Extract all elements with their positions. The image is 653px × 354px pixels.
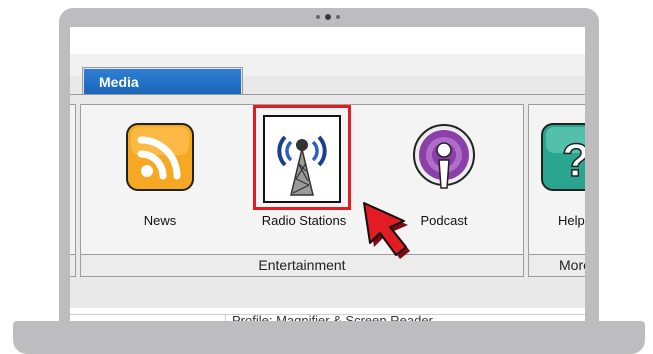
news-label[interactable]: News — [100, 213, 220, 228]
group-label-more: More — [528, 254, 585, 277]
tab-media-label: Media — [84, 69, 241, 95]
pointer-cursor-icon — [360, 199, 416, 266]
tab-media[interactable]: Media — [82, 67, 243, 95]
podcast-icon[interactable] — [413, 124, 475, 197]
webcam — [316, 14, 340, 20]
group-label-partial-left — [70, 254, 76, 277]
group-label-entertainment: Entertainment — [80, 254, 524, 277]
ribbon-group-partial-left — [70, 104, 76, 276]
svg-text:?: ? — [562, 134, 585, 186]
selection-highlight — [253, 105, 351, 210]
laptop-base — [13, 321, 645, 354]
radio-stations-label[interactable]: Radio Stations — [244, 213, 364, 228]
tab-divider — [70, 94, 585, 95]
help-label[interactable]: Help — [535, 213, 585, 228]
help-icon[interactable]: ? — [540, 122, 585, 197]
screen: Media News Radio Stations Podcast Help E… — [70, 27, 585, 347]
rss-feed-icon[interactable] — [125, 122, 195, 197]
